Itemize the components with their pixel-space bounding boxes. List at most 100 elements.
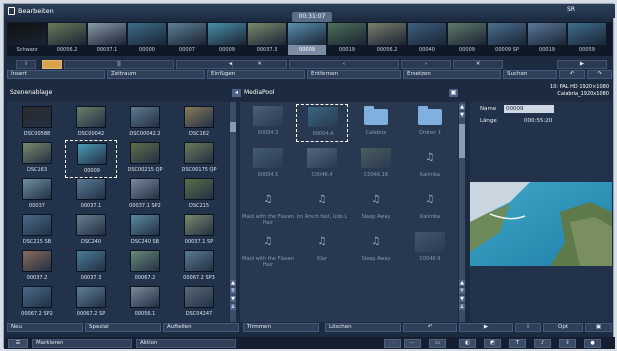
info-bottom-button[interactable]: i [515, 323, 541, 332]
scene-tile[interactable]: DSC215 SB [11, 212, 63, 250]
pause-button[interactable]: || [64, 60, 174, 69]
scene-tile[interactable]: DSC240 [65, 212, 117, 250]
trim-button[interactable]: Trimmen [243, 323, 319, 332]
mediapool-down-icon[interactable]: ▼ [459, 112, 465, 118]
export-icon[interactable]: ⇪ [559, 339, 576, 348]
scene-tile[interactable]: 00037.1 SP [173, 212, 225, 250]
media-item[interactable]: C0046.9 [404, 230, 456, 268]
undo-button[interactable]: ↶ [559, 70, 585, 79]
scene-tile[interactable]: DSC163 [11, 140, 63, 178]
storyboard-clip[interactable]: 00009 [288, 23, 326, 55]
mediapool-up-icon[interactable]: ▲ [459, 104, 465, 110]
storyboard-clip[interactable]: 00009 [208, 23, 246, 55]
scene-tile[interactable]: DSC00042.2 [119, 104, 171, 142]
scene-tile[interactable]: 00067.2 SP [65, 284, 117, 322]
mediapool-expand-icon[interactable]: ▣ [449, 89, 458, 97]
scene-tile[interactable]: 00037.1 [65, 176, 117, 214]
scene-tile[interactable]: 00037.2 [11, 248, 63, 286]
media-item[interactable]: ♫ Maid with the Flaxen Hair [242, 230, 294, 268]
mark-button[interactable]: Markieren [32, 339, 132, 348]
play-bottom-button[interactable]: ▶ [459, 323, 513, 332]
scene-tile[interactable]: DSC00175 QP [173, 140, 225, 178]
delete-button[interactable]: Löschen [325, 323, 401, 332]
special-button[interactable]: Spezial [85, 323, 161, 332]
scene-tile[interactable]: DSC00588 [11, 104, 63, 142]
media-item[interactable]: Calabria [350, 104, 402, 142]
scene-tile[interactable]: DSC00042 [65, 104, 117, 142]
storyboard-clip[interactable]: 00019 [528, 23, 566, 55]
play-button[interactable]: ▶ [557, 60, 607, 69]
menu-zeitraum[interactable]: Zeitraum [107, 70, 205, 79]
media-item[interactable]: 00004.4 [296, 104, 348, 142]
storyboard-clip[interactable]: Schwarz [8, 23, 46, 55]
media-item[interactable]: ♫ Sleep Away [350, 230, 402, 268]
edit-marker-icon[interactable]: ⋯ [404, 339, 421, 348]
media-item[interactable]: ♫ Maid with the Flaxen Hair [242, 188, 294, 226]
redo-button[interactable]: ↷ [587, 70, 612, 79]
media-scroll-up-icon[interactable]: ▲ [459, 280, 465, 286]
media-item[interactable]: ♫ Im Arsch fast, Udo L [296, 188, 348, 226]
media-item[interactable]: 00004.3 [242, 104, 294, 142]
storyboard-clip[interactable]: 00040 [408, 23, 446, 55]
scene-scroll-down-icon[interactable]: ▼ [230, 296, 236, 302]
media-item[interactable]: C0046.16 [350, 146, 402, 184]
storyboard-clip[interactable]: 00056.2 [48, 23, 86, 55]
delete-x-button[interactable]: ✕ [453, 60, 503, 69]
storyboard-clip[interactable]: 00000 [128, 23, 166, 55]
close-x-button[interactable]: ✕ [232, 60, 287, 69]
audio-icon[interactable]: ♪ [534, 339, 551, 348]
transition-icon[interactable]: ◧ [459, 339, 476, 348]
scene-scroll-up-icon[interactable]: ▲ [230, 280, 236, 286]
menu-einfuegen[interactable]: Einfügen [207, 70, 305, 79]
fullscreen-icon[interactable]: ▣ [585, 323, 612, 332]
scene-scroll-bottom-icon[interactable]: ⇊ [230, 304, 236, 310]
marker-button[interactable] [42, 60, 62, 69]
scene-tile[interactable]: 00067.2 SP2 [11, 284, 63, 322]
storyboard-clip[interactable]: 00009 SP [488, 23, 526, 55]
menu-icon[interactable]: ☰ [8, 339, 28, 348]
menu-suchen[interactable]: Suchen [503, 70, 557, 79]
media-item[interactable]: 00004.5 [242, 146, 294, 184]
media-scroll-top-icon[interactable]: ⇈ [459, 288, 465, 294]
title-icon[interactable]: T [509, 339, 526, 348]
mediapool-scrollbar[interactable]: ▲ ▼ ▲ ⇈ ▼ ⇊ [459, 102, 465, 322]
scene-scroll-thumb[interactable] [230, 122, 236, 132]
action-button[interactable]: Aktion [136, 339, 236, 348]
storyboard-strip[interactable]: Schwarz 00056.2 00037.1 00000 00007 00009 0003… [7, 22, 612, 56]
media-item[interactable]: ♫ Kalimba [404, 146, 456, 184]
menu-entfernen[interactable]: Entfernen [307, 70, 401, 79]
track-icon[interactable]: ▭ [429, 339, 446, 348]
scene-tile[interactable]: 00067.2 SP3 [173, 248, 225, 286]
scene-scroll-top-icon[interactable]: ⇈ [230, 288, 236, 294]
media-item[interactable]: Ordner 1 [404, 104, 456, 142]
info-button[interactable]: i [16, 60, 36, 69]
scene-tile[interactable]: 00037.3 [65, 248, 117, 286]
scene-tile[interactable]: 00056.1 [119, 284, 171, 322]
undo-bottom-button[interactable]: ↶ [403, 323, 457, 332]
scene-tile[interactable]: DSC162 [173, 104, 225, 142]
media-item[interactable]: C0046.4 [296, 146, 348, 184]
scene-tile[interactable]: DSC04247 [173, 284, 225, 322]
storyboard-clip[interactable]: 00037.1 [88, 23, 126, 55]
mediapool-scroll-thumb[interactable] [459, 124, 465, 158]
scene-tile[interactable]: DSC240 SB [119, 212, 171, 250]
scene-tile[interactable]: DSC215 [173, 176, 225, 214]
name-field[interactable]: 00009 [504, 105, 554, 113]
storyboard-clip[interactable]: 00059 [568, 23, 606, 55]
cut-marker-icon[interactable]: ⋯ [384, 339, 401, 348]
media-item[interactable]: ♫ Sleep Away [350, 188, 402, 226]
new-button[interactable]: Neu [7, 323, 83, 332]
options-button[interactable]: Opt [543, 323, 583, 332]
media-scroll-bottom-icon[interactable]: ⇊ [459, 304, 465, 310]
scene-bin-scrollbar[interactable]: ▲ ⇈ ▼ ⇊ [230, 102, 236, 322]
media-item[interactable]: ♫ Kalimba [404, 188, 456, 226]
menu-insert[interactable]: Insert [7, 70, 105, 79]
effect-icon[interactable]: ◩ [484, 339, 501, 348]
storyboard-clip[interactable]: 00007 [168, 23, 206, 55]
storyboard-clip[interactable]: 00019 [328, 23, 366, 55]
storyboard-clip[interactable]: 00009 [448, 23, 486, 55]
media-scroll-down-icon[interactable]: ▼ [459, 296, 465, 302]
scene-tile[interactable]: 00067.2 [119, 248, 171, 286]
scene-tile[interactable]: 00009 [65, 140, 117, 178]
record-icon[interactable]: ● [584, 339, 601, 348]
